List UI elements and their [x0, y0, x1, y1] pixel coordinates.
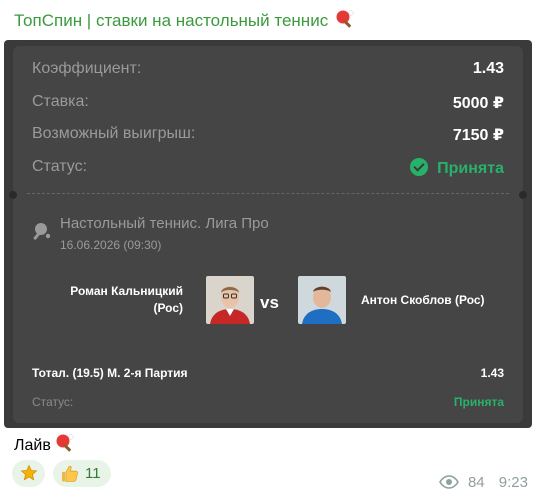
- player2-name: Антон Скоблов (Рос): [361, 293, 485, 307]
- payout-value: 7150 ₽: [452, 127, 504, 144]
- message-time: 9:23: [498, 474, 528, 491]
- league-name: Настольный теннис. Лига Про: [60, 215, 269, 232]
- thumbs-up-count: 11: [85, 465, 101, 482]
- payout-row: Возможный выигрыш: 7150 ₽: [32, 125, 504, 147]
- stake-value: 5000 ₽: [452, 95, 504, 112]
- ticket-notch-left: [9, 191, 17, 199]
- table-tennis-paddle-icon: [335, 9, 355, 34]
- status-value: Принята: [410, 158, 504, 178]
- bet-odds: 1.43: [480, 366, 504, 380]
- player1-photo: [206, 276, 254, 324]
- table-tennis-icon: [32, 221, 52, 246]
- versus-label: vs: [260, 293, 279, 312]
- status-label: Статус:: [32, 158, 88, 175]
- player1-name-line2: (Рос): [153, 301, 183, 315]
- bet-status-label: Статус:: [32, 395, 74, 409]
- reaction-thumbs-up[interactable]: 11: [53, 460, 111, 487]
- bet-status-value: Принята: [453, 395, 504, 409]
- ticket-divider: [27, 193, 509, 194]
- event-datetime: 16.06.2026 (09:30): [60, 238, 162, 252]
- views-eye-icon: [438, 475, 459, 493]
- star-icon: [20, 464, 38, 487]
- views-count: 84: [467, 474, 485, 491]
- check-circle-icon: [410, 158, 429, 176]
- message-caption: Лайв: [14, 433, 75, 458]
- reaction-star[interactable]: [12, 460, 45, 487]
- status-value-text: Принята: [437, 160, 504, 177]
- channel-title-text: ТопСпин | ставки на настольный теннис: [14, 11, 329, 30]
- bet-slip-panel: Коэффициент: 1.43 Ставка: 5000 ₽ Возможн…: [9, 46, 527, 423]
- caption-text: Лайв: [14, 437, 51, 454]
- message-bubble: ТопСпин | ставки на настольный теннис Ко…: [0, 0, 541, 502]
- odds-label: Коэффициент:: [32, 60, 142, 77]
- bet-status-row: Статус: Принята: [32, 395, 504, 409]
- stake-row: Ставка: 5000 ₽: [32, 93, 504, 115]
- odds-row: Коэффициент: 1.43: [32, 60, 504, 82]
- ticket-notch-right: [519, 191, 527, 199]
- odds-value: 1.43: [472, 60, 504, 77]
- player1-name: Роман Кальницкий (Рос): [43, 283, 183, 317]
- channel-title[interactable]: ТопСпин | ставки на настольный теннис: [14, 9, 355, 34]
- payout-label: Возможный выигрыш:: [32, 125, 196, 142]
- bet-market-row: Тотал. (19.5) М. 2-я Партия 1.43: [32, 366, 504, 380]
- player1-name-line1: Роман Кальницкий: [70, 284, 183, 298]
- table-tennis-paddle-icon: [55, 433, 75, 458]
- bet-slip-card: Коэффициент: 1.43 Ставка: 5000 ₽ Возможн…: [4, 40, 532, 428]
- bet-market: Тотал. (19.5) М. 2-я Партия: [32, 366, 188, 380]
- thumbs-up-icon: [60, 464, 80, 488]
- stake-label: Ставка:: [32, 93, 89, 110]
- message-meta: 84 9:23: [438, 474, 528, 493]
- player2-photo: [298, 276, 346, 324]
- status-row: Статус: Принята: [32, 158, 504, 180]
